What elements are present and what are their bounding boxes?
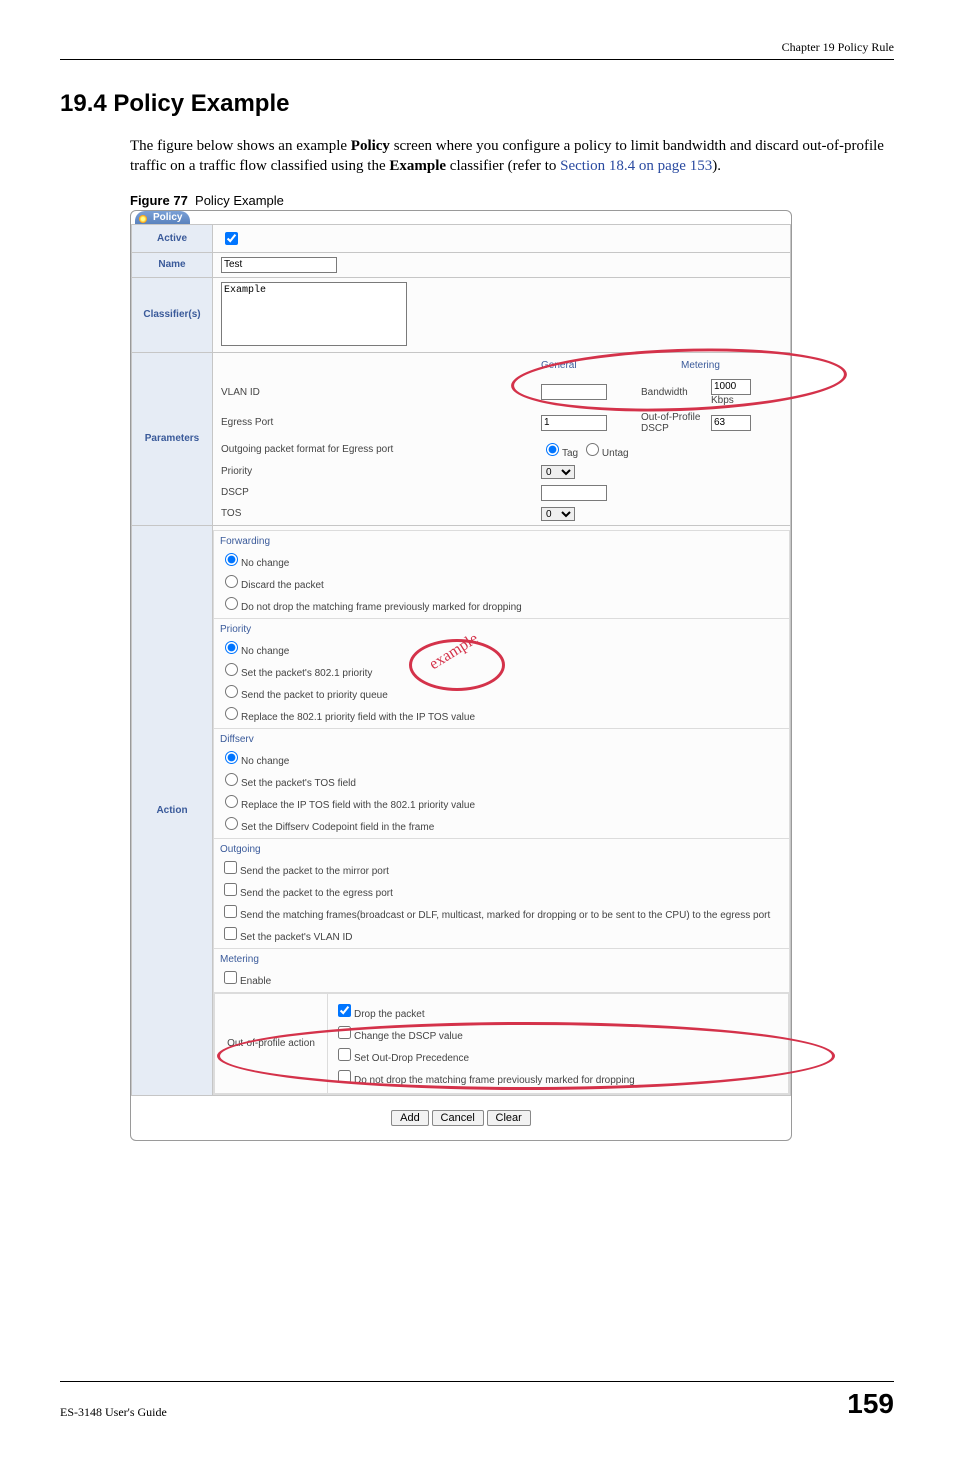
dscp-input[interactable] xyxy=(541,485,607,501)
page-header: Chapter 19 Policy Rule xyxy=(60,40,894,60)
ds-setcp-radio[interactable] xyxy=(225,817,238,830)
ds-nochange-radio[interactable] xyxy=(225,751,238,764)
vlan-id-input[interactable] xyxy=(541,384,607,400)
row-label-classifiers: Classifier(s) xyxy=(132,277,213,352)
page-number: 159 xyxy=(847,1388,894,1420)
tag-radio[interactable] xyxy=(546,443,559,456)
guide-label: ES-3148 User's Guide xyxy=(60,1405,167,1420)
pri-set8021-radio[interactable] xyxy=(225,663,238,676)
chapter-label: Chapter 19 Policy Rule xyxy=(782,40,894,54)
active-checkbox[interactable] xyxy=(225,232,238,245)
out-matching-checkbox[interactable] xyxy=(224,905,237,918)
row-label-name: Name xyxy=(132,252,213,277)
xref-link[interactable]: Section 18.4 on page 153 xyxy=(560,158,712,174)
row-label-action: Action xyxy=(132,525,213,1095)
oop-drop-checkbox[interactable] xyxy=(338,1004,351,1017)
oop-donotdrop-checkbox[interactable] xyxy=(338,1070,351,1083)
ds-settos-radio[interactable] xyxy=(225,773,238,786)
bandwidth-input[interactable] xyxy=(711,379,751,395)
clear-button[interactable]: Clear xyxy=(487,1110,531,1126)
untag-radio[interactable] xyxy=(586,443,599,456)
cancel-button[interactable]: Cancel xyxy=(432,1110,484,1126)
name-input[interactable] xyxy=(221,257,337,273)
metering-enable-checkbox[interactable] xyxy=(224,971,237,984)
add-button[interactable]: Add xyxy=(391,1110,429,1126)
pri-nochange-radio[interactable] xyxy=(225,641,238,654)
ds-replace-radio[interactable] xyxy=(225,795,238,808)
tos-select[interactable]: 0 xyxy=(541,507,575,521)
oop-dscp-input[interactable] xyxy=(711,415,751,431)
oop-action-label: Out-of-profile action xyxy=(215,993,328,1093)
fwd-donotdrop-radio[interactable] xyxy=(225,597,238,610)
button-row: Add Cancel Clear xyxy=(131,1110,791,1126)
section-title: 19.4 Policy Example xyxy=(60,90,894,118)
figure-caption: Figure 77 Policy Example xyxy=(130,193,894,208)
out-mirror-checkbox[interactable] xyxy=(224,861,237,874)
pri-queue-radio[interactable] xyxy=(225,685,238,698)
egress-port-input[interactable] xyxy=(541,415,607,431)
out-setvlan-checkbox[interactable] xyxy=(224,927,237,940)
fwd-nochange-radio[interactable] xyxy=(225,553,238,566)
row-label-parameters: Parameters xyxy=(132,352,213,525)
row-label-active: Active xyxy=(132,224,213,252)
page-footer: ES-3148 User's Guide 159 xyxy=(60,1381,894,1420)
section-paragraph: The figure below shows an example Policy… xyxy=(130,136,894,177)
oop-changedscp-checkbox[interactable] xyxy=(338,1026,351,1039)
out-egress-checkbox[interactable] xyxy=(224,883,237,896)
policy-screenshot: example Policy Active Name Classifier(s)… xyxy=(130,210,792,1141)
pri-replace-radio[interactable] xyxy=(225,707,238,720)
classifiers-list[interactable] xyxy=(221,282,407,346)
fwd-discard-radio[interactable] xyxy=(225,575,238,588)
priority-select[interactable]: 0 xyxy=(541,465,575,479)
tab-policy[interactable]: Policy xyxy=(135,211,190,224)
oop-outdrop-checkbox[interactable] xyxy=(338,1048,351,1061)
